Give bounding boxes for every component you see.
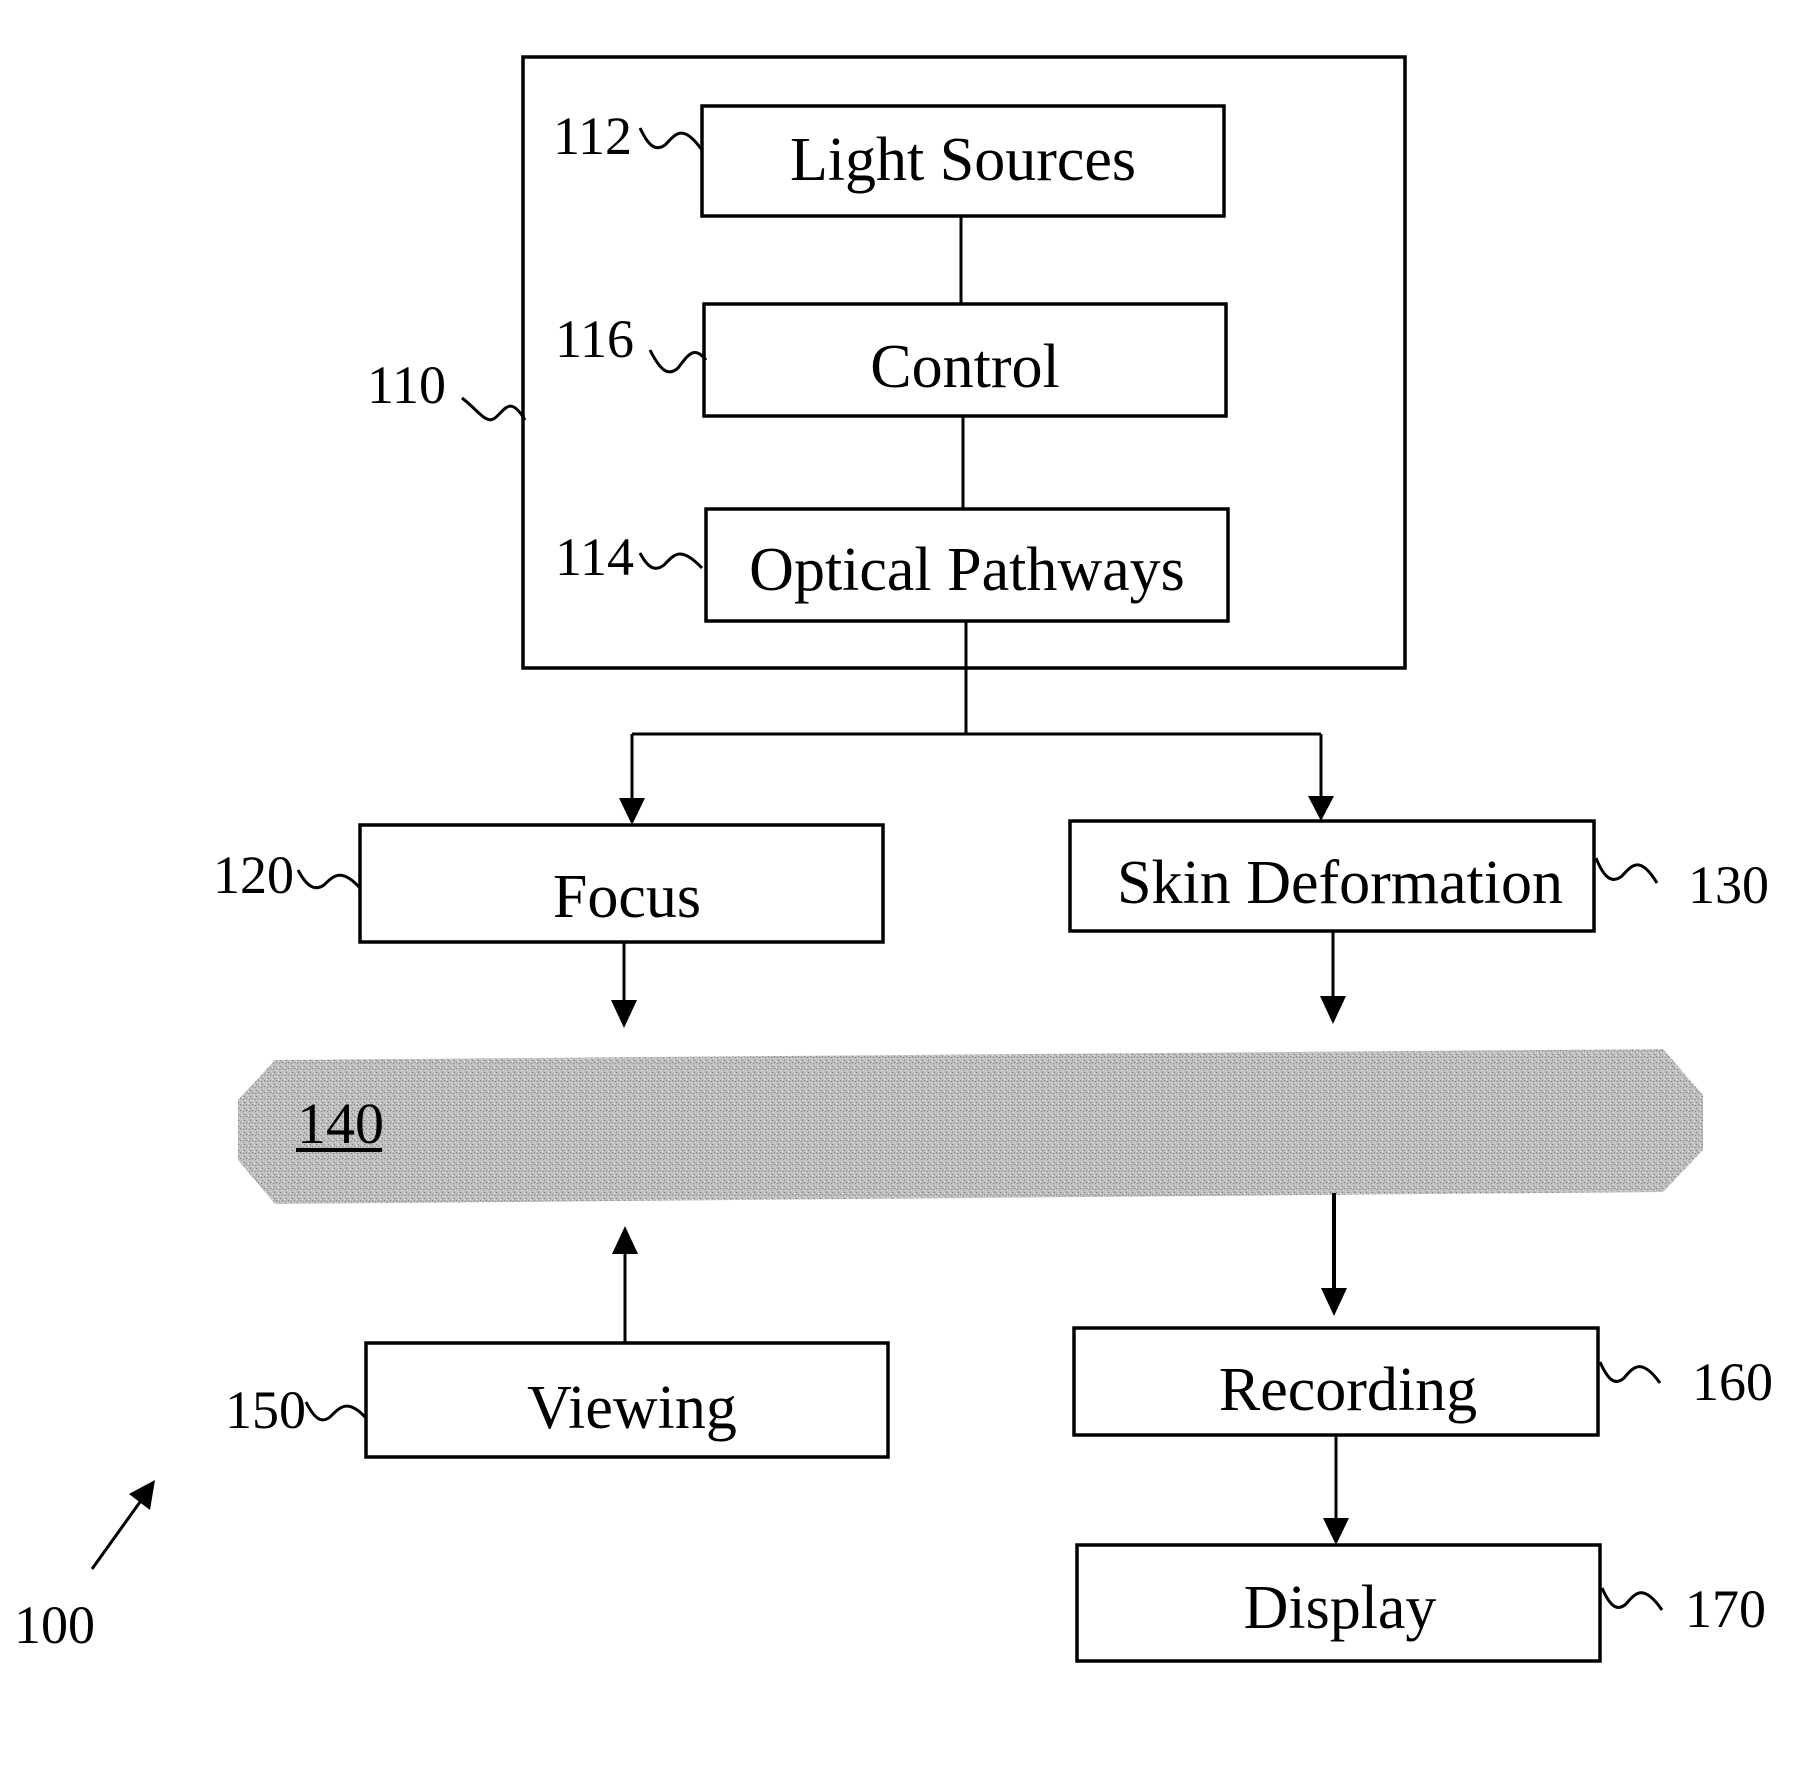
ref-130-leader bbox=[1594, 857, 1659, 884]
ref-130-label: 130 bbox=[1688, 855, 1769, 915]
ref-120-label: 120 bbox=[213, 845, 294, 905]
ref-150-label: 150 bbox=[225, 1380, 306, 1440]
ref-116-label: 116 bbox=[555, 309, 634, 369]
branch-connector bbox=[630, 621, 1323, 800]
band-to-recording-arrow bbox=[1321, 1288, 1347, 1316]
ref-100-pointer-line bbox=[90, 1501, 142, 1570]
ref-150-leader bbox=[304, 1401, 368, 1422]
ref-114-label: 114 bbox=[555, 527, 634, 587]
light-sources-label: Light Sources bbox=[790, 126, 1136, 194]
ref-116-leader bbox=[648, 349, 708, 374]
ref-100-label: 100 bbox=[14, 1595, 95, 1655]
skin-deformation-label: Skin Deformation bbox=[1117, 849, 1563, 917]
ref-140-label: 140 bbox=[297, 1091, 384, 1156]
subject-band-140 bbox=[238, 1049, 1703, 1204]
ref-160-label: 160 bbox=[1692, 1352, 1773, 1412]
display-label: Display bbox=[1244, 1574, 1437, 1642]
ref-100-pointer-arrow bbox=[129, 1480, 155, 1510]
ref-110-label: 110 bbox=[367, 355, 446, 415]
ref-120-leader bbox=[296, 869, 362, 890]
block-diagram: 110 Light Sources 112 Control 116 Optica… bbox=[14, 55, 1773, 1663]
control-label: Control bbox=[870, 333, 1059, 401]
recording-to-display-arrow bbox=[1323, 1518, 1349, 1545]
ref-160-leader bbox=[1598, 1361, 1662, 1384]
arrow-to-skin-deformation bbox=[1308, 796, 1334, 821]
ref-170-leader bbox=[1600, 1587, 1664, 1611]
ref-114-leader bbox=[638, 552, 704, 570]
viewing-to-band-arrow bbox=[612, 1226, 638, 1254]
ref-110-leader bbox=[461, 396, 527, 422]
optical-pathways-label: Optical Pathways bbox=[749, 536, 1185, 604]
ref-112-label: 112 bbox=[553, 106, 632, 166]
ref-112-leader bbox=[638, 127, 704, 151]
ref-170-label: 170 bbox=[1685, 1579, 1766, 1639]
skin-to-band-arrow bbox=[1320, 996, 1346, 1024]
arrow-to-focus bbox=[619, 798, 645, 825]
viewing-label: Viewing bbox=[527, 1374, 737, 1442]
recording-label: Recording bbox=[1219, 1356, 1477, 1424]
focus-to-band-arrow bbox=[611, 1000, 637, 1028]
focus-label: Focus bbox=[553, 863, 701, 931]
